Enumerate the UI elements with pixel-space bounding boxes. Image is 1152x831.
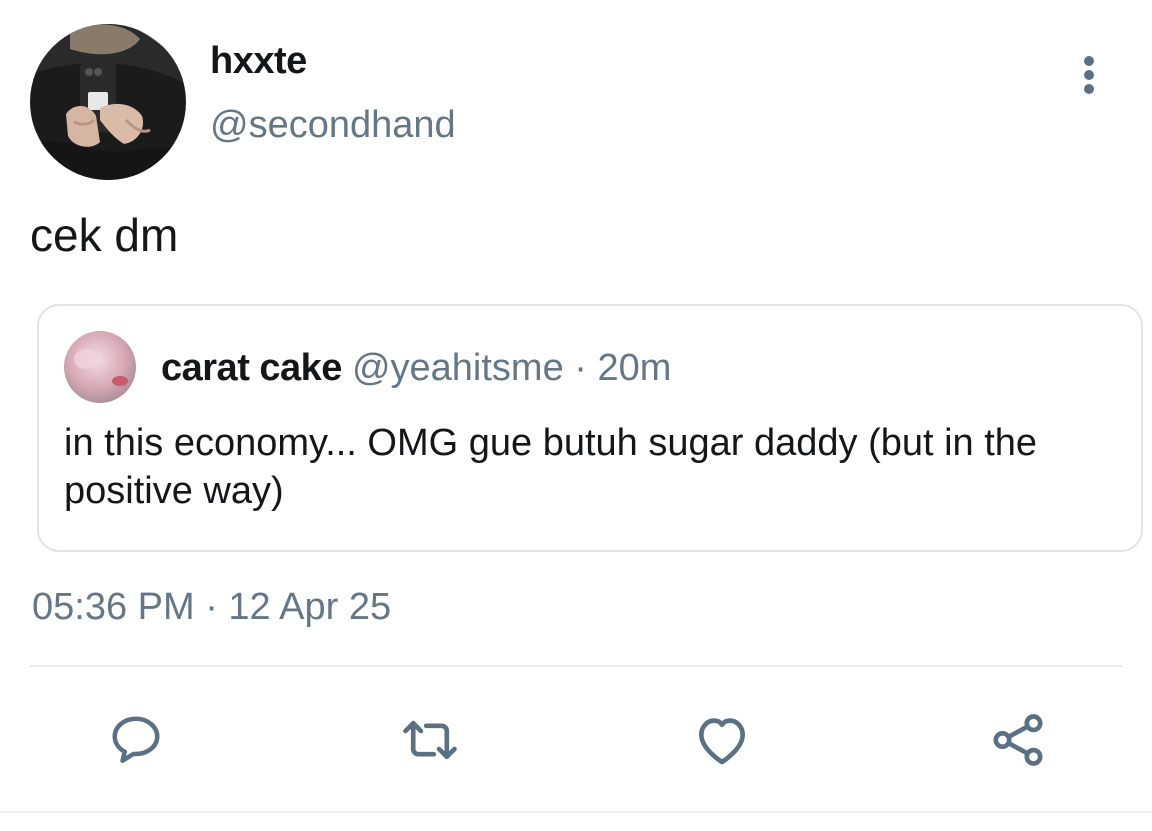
quoted-tweet-text: in this economy... OMG gue butuh sugar d… — [64, 422, 1038, 512]
retweet-button[interactable] — [398, 708, 462, 772]
quoted-author-display-name[interactable]: carat cake — [161, 347, 342, 389]
reply-button[interactable] — [104, 708, 168, 772]
bottom-divider — [0, 811, 1152, 813]
divider — [30, 665, 1122, 667]
tweet-text: cek dm — [30, 209, 179, 261]
quoted-tweet-header: carat cake @yeahitsme · 20m — [161, 346, 671, 390]
quoted-author-avatar[interactable] — [64, 331, 136, 403]
quoted-author-handle-and-time: @yeahitsme · 20m — [351, 347, 672, 389]
author-display-name[interactable]: hxxte — [210, 40, 307, 83]
more-options-button[interactable] — [1070, 54, 1108, 96]
heart-icon — [699, 718, 745, 765]
share-icon — [993, 714, 1043, 766]
more-vertical-icon — [1084, 56, 1094, 94]
share-button[interactable] — [986, 708, 1050, 772]
reply-icon — [112, 716, 160, 763]
tweet-timestamp[interactable]: 05:36 PM · 12 Apr 25 — [32, 586, 391, 629]
retweet-icon — [403, 720, 457, 760]
quoted-tweet-card[interactable]: carat cake @yeahitsme · 20m in this econo… — [37, 304, 1143, 552]
author-avatar[interactable] — [30, 24, 186, 180]
like-button[interactable] — [690, 708, 754, 772]
author-handle[interactable]: @secondhand — [210, 104, 456, 147]
